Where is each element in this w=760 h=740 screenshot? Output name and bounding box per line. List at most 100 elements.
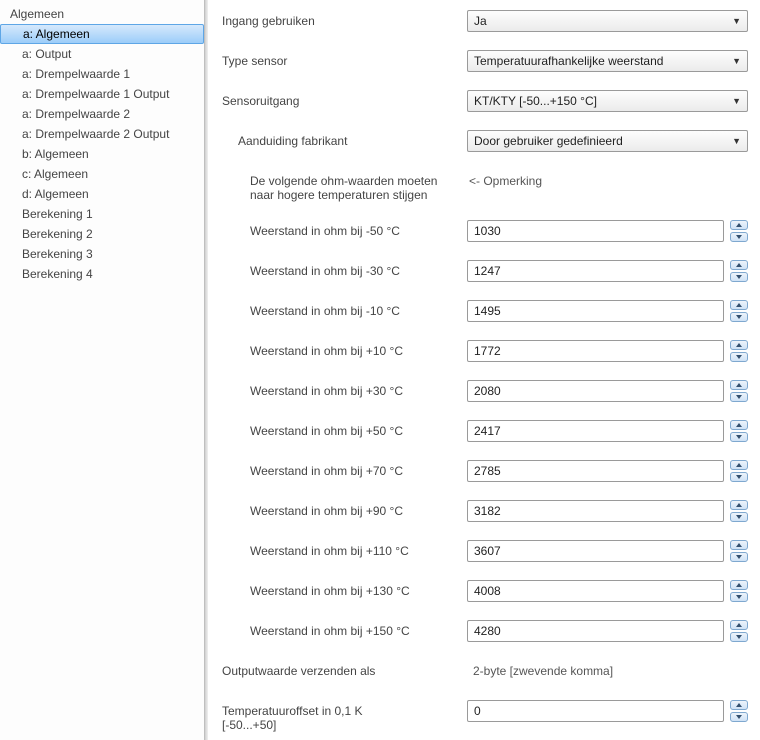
sidebar-item[interactable]: a: Output <box>0 44 204 64</box>
resistance-row: Weerstand in ohm bij -10 °C1495 <box>222 300 748 322</box>
resistance-row: Weerstand in ohm bij +110 °C3607 <box>222 540 748 562</box>
dropdown-type-sensor[interactable]: Temperatuurafhankelijke weerstand ▼ <box>467 50 748 72</box>
spinner-up-button[interactable] <box>730 540 748 550</box>
spinner-up-button[interactable] <box>730 500 748 510</box>
output-value-text: 2-byte [zwevende komma] <box>467 660 748 682</box>
spinner-up-button[interactable] <box>730 260 748 270</box>
label-type-sensor: Type sensor <box>222 50 467 68</box>
spinner-down-button[interactable] <box>730 312 748 322</box>
sidebar-item[interactable]: Berekening 2 <box>0 224 204 244</box>
dropdown-value: KT/KTY [-50...+150 °C] <box>474 94 597 108</box>
label-resistance: Weerstand in ohm bij +90 °C <box>222 500 467 518</box>
spinner-resistance <box>730 380 748 402</box>
spinner-up-button[interactable] <box>730 620 748 630</box>
input-resistance[interactable]: 1247 <box>467 260 724 282</box>
spinner-down-button[interactable] <box>730 632 748 642</box>
sidebar-item[interactable]: d: Algemeen <box>0 184 204 204</box>
sidebar-item[interactable]: a: Drempelwaarde 2 <box>0 104 204 124</box>
spinner-up-button[interactable] <box>730 300 748 310</box>
spinner-down-button[interactable] <box>730 512 748 522</box>
chevron-down-icon: ▼ <box>732 96 741 106</box>
spinner-resistance <box>730 260 748 282</box>
sidebar-item[interactable]: Berekening 1 <box>0 204 204 224</box>
sidebar-item[interactable]: a: Drempelwaarde 1 Output <box>0 84 204 104</box>
spinner-down-button[interactable] <box>730 432 748 442</box>
label-offset: Temperatuuroffset in 0,1 K [-50...+50] <box>222 700 467 732</box>
label-resistance: Weerstand in ohm bij +130 °C <box>222 580 467 598</box>
resistance-row: Weerstand in ohm bij +70 °C2785 <box>222 460 748 482</box>
spinner-up-button[interactable] <box>730 460 748 470</box>
sidebar-item[interactable]: a: Drempelwaarde 1 <box>0 64 204 84</box>
spinner-resistance <box>730 420 748 442</box>
spinner-resistance <box>730 540 748 562</box>
dropdown-sensoruitgang[interactable]: KT/KTY [-50...+150 °C] ▼ <box>467 90 748 112</box>
spinner-up-button[interactable] <box>730 420 748 430</box>
resistance-row: Weerstand in ohm bij +90 °C3182 <box>222 500 748 522</box>
sidebar-item[interactable]: Berekening 3 <box>0 244 204 264</box>
label-resistance: Weerstand in ohm bij -30 °C <box>222 260 467 278</box>
input-resistance[interactable]: 2785 <box>467 460 724 482</box>
input-resistance[interactable]: 2417 <box>467 420 724 442</box>
sidebar-item[interactable]: Berekening 4 <box>0 264 204 284</box>
spinner-resistance <box>730 620 748 642</box>
dropdown-fabrikant[interactable]: Door gebruiker gedefinieerd ▼ <box>467 130 748 152</box>
spinner-resistance <box>730 220 748 242</box>
input-resistance[interactable]: 3182 <box>467 500 724 522</box>
label-resistance: Weerstand in ohm bij +150 °C <box>222 620 467 638</box>
spinner-up-button[interactable] <box>730 580 748 590</box>
label-resistance: Weerstand in ohm bij +110 °C <box>222 540 467 558</box>
spinner-down-button[interactable] <box>730 592 748 602</box>
resistance-row: Weerstand in ohm bij +150 °C4280 <box>222 620 748 642</box>
label-fabrikant: Aanduiding fabrikant <box>222 130 467 148</box>
main-panel: Ingang gebruiken Ja ▼ Type sensor Temper… <box>208 0 760 740</box>
spinner-down-button[interactable] <box>730 272 748 282</box>
sidebar-item[interactable]: Algemeen <box>0 4 204 24</box>
input-resistance[interactable]: 4008 <box>467 580 724 602</box>
dropdown-value: Ja <box>474 14 487 28</box>
spinner-resistance <box>730 340 748 362</box>
spinner-down-button[interactable] <box>730 712 748 722</box>
dropdown-ingang[interactable]: Ja ▼ <box>467 10 748 32</box>
label-resistance: Weerstand in ohm bij +30 °C <box>222 380 467 398</box>
label-resistance: Weerstand in ohm bij +70 °C <box>222 460 467 478</box>
spinner-down-button[interactable] <box>730 232 748 242</box>
sidebar-item[interactable]: a: Drempelwaarde 2 Output <box>0 124 204 144</box>
dropdown-value: Door gebruiker gedefinieerd <box>474 134 623 148</box>
input-resistance[interactable]: 3607 <box>467 540 724 562</box>
spinner-resistance <box>730 580 748 602</box>
label-resistance: Weerstand in ohm bij +50 °C <box>222 420 467 438</box>
app-root: Algemeena: Algemeena: Outputa: Drempelwa… <box>0 0 760 740</box>
spinner-down-button[interactable] <box>730 392 748 402</box>
resistance-row: Weerstand in ohm bij +30 °C2080 <box>222 380 748 402</box>
resistance-row: Weerstand in ohm bij +10 °C1772 <box>222 340 748 362</box>
label-resistance: Weerstand in ohm bij -50 °C <box>222 220 467 238</box>
sidebar-item[interactable]: a: Algemeen <box>0 24 204 44</box>
spinner-resistance <box>730 500 748 522</box>
resistance-row: Weerstand in ohm bij -50 °C1030 <box>222 220 748 242</box>
label-ingang: Ingang gebruiken <box>222 10 467 28</box>
input-resistance[interactable]: 1772 <box>467 340 724 362</box>
spinner-up-button[interactable] <box>730 380 748 390</box>
spinner-resistance <box>730 300 748 322</box>
resistance-row: Weerstand in ohm bij +130 °C4008 <box>222 580 748 602</box>
input-resistance[interactable]: 4280 <box>467 620 724 642</box>
spinner-up-button[interactable] <box>730 220 748 230</box>
spinner-resistance <box>730 460 748 482</box>
input-resistance[interactable]: 2080 <box>467 380 724 402</box>
label-sensoruitgang: Sensoruitgang <box>222 90 467 108</box>
spinner-down-button[interactable] <box>730 552 748 562</box>
input-resistance[interactable]: 1495 <box>467 300 724 322</box>
sidebar: Algemeena: Algemeena: Outputa: Drempelwa… <box>0 0 205 740</box>
spinner-down-button[interactable] <box>730 352 748 362</box>
input-offset[interactable]: 0 <box>467 700 724 722</box>
spinner-down-button[interactable] <box>730 472 748 482</box>
input-resistance[interactable]: 1030 <box>467 220 724 242</box>
sidebar-item[interactable]: c: Algemeen <box>0 164 204 184</box>
label-resistance: Weerstand in ohm bij +10 °C <box>222 340 467 358</box>
label-resistance: Weerstand in ohm bij -10 °C <box>222 300 467 318</box>
chevron-down-icon: ▼ <box>732 136 741 146</box>
note-text: <- Opmerking <box>467 170 748 192</box>
spinner-up-button[interactable] <box>730 340 748 350</box>
spinner-up-button[interactable] <box>730 700 748 710</box>
sidebar-item[interactable]: b: Algemeen <box>0 144 204 164</box>
